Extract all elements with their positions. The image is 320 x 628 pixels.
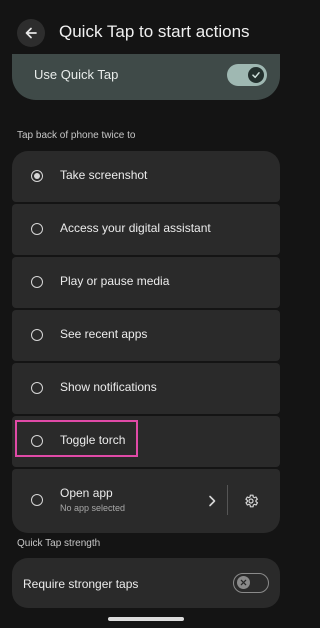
- option-label: Show notifications: [60, 380, 157, 394]
- radio-button-selected[interactable]: [31, 170, 43, 182]
- section-label-strength: Quick Tap strength: [17, 538, 101, 549]
- option-recent-apps[interactable]: See recent apps: [12, 310, 280, 361]
- stronger-taps-switch[interactable]: [233, 573, 269, 593]
- use-quick-tap-switch[interactable]: [227, 64, 267, 86]
- check-icon: [252, 72, 260, 79]
- divider: [227, 485, 228, 515]
- arrow-left-icon: [25, 27, 37, 39]
- option-label: Open app: [60, 486, 113, 500]
- option-label: Play or pause media: [60, 274, 170, 288]
- page-title: Quick Tap to start actions: [59, 22, 250, 41]
- chevron-right-icon[interactable]: [208, 495, 216, 507]
- back-button[interactable]: [17, 19, 45, 47]
- option-take-screenshot[interactable]: Take screenshot: [12, 151, 280, 202]
- option-show-notifications[interactable]: Show notifications: [12, 363, 280, 414]
- gesture-navigation-bar[interactable]: [108, 617, 184, 621]
- stronger-taps-toggle-row[interactable]: Require stronger taps: [12, 558, 280, 608]
- highlight-box: [15, 420, 138, 457]
- option-digital-assistant[interactable]: Access your digital assistant: [12, 204, 280, 255]
- option-label: See recent apps: [60, 327, 148, 341]
- option-label: Take screenshot: [60, 168, 148, 182]
- option-play-pause-media[interactable]: Play or pause media: [12, 257, 280, 308]
- switch-knob: [237, 576, 250, 589]
- radio-button[interactable]: [31, 382, 43, 394]
- close-icon: [240, 579, 247, 586]
- action-options-list: Take screenshot Access your digital assi…: [12, 151, 280, 533]
- gear-icon[interactable]: [243, 493, 259, 509]
- top-app-bar: Quick Tap to start actions: [0, 0, 292, 62]
- option-label: Access your digital assistant: [60, 221, 211, 235]
- section-label-actions: Tap back of phone twice to: [17, 130, 136, 141]
- use-quick-tap-toggle-row[interactable]: Use Quick Tap: [12, 54, 280, 100]
- radio-button[interactable]: [31, 329, 43, 341]
- radio-button[interactable]: [31, 494, 43, 506]
- use-quick-tap-label: Use Quick Tap: [34, 67, 119, 82]
- radio-button[interactable]: [31, 223, 43, 235]
- stronger-taps-label: Require stronger taps: [23, 577, 139, 591]
- option-sublabel: No app selected: [60, 503, 126, 513]
- radio-button[interactable]: [31, 276, 43, 288]
- switch-knob: [248, 67, 264, 83]
- option-open-app[interactable]: Open app No app selected: [12, 469, 280, 533]
